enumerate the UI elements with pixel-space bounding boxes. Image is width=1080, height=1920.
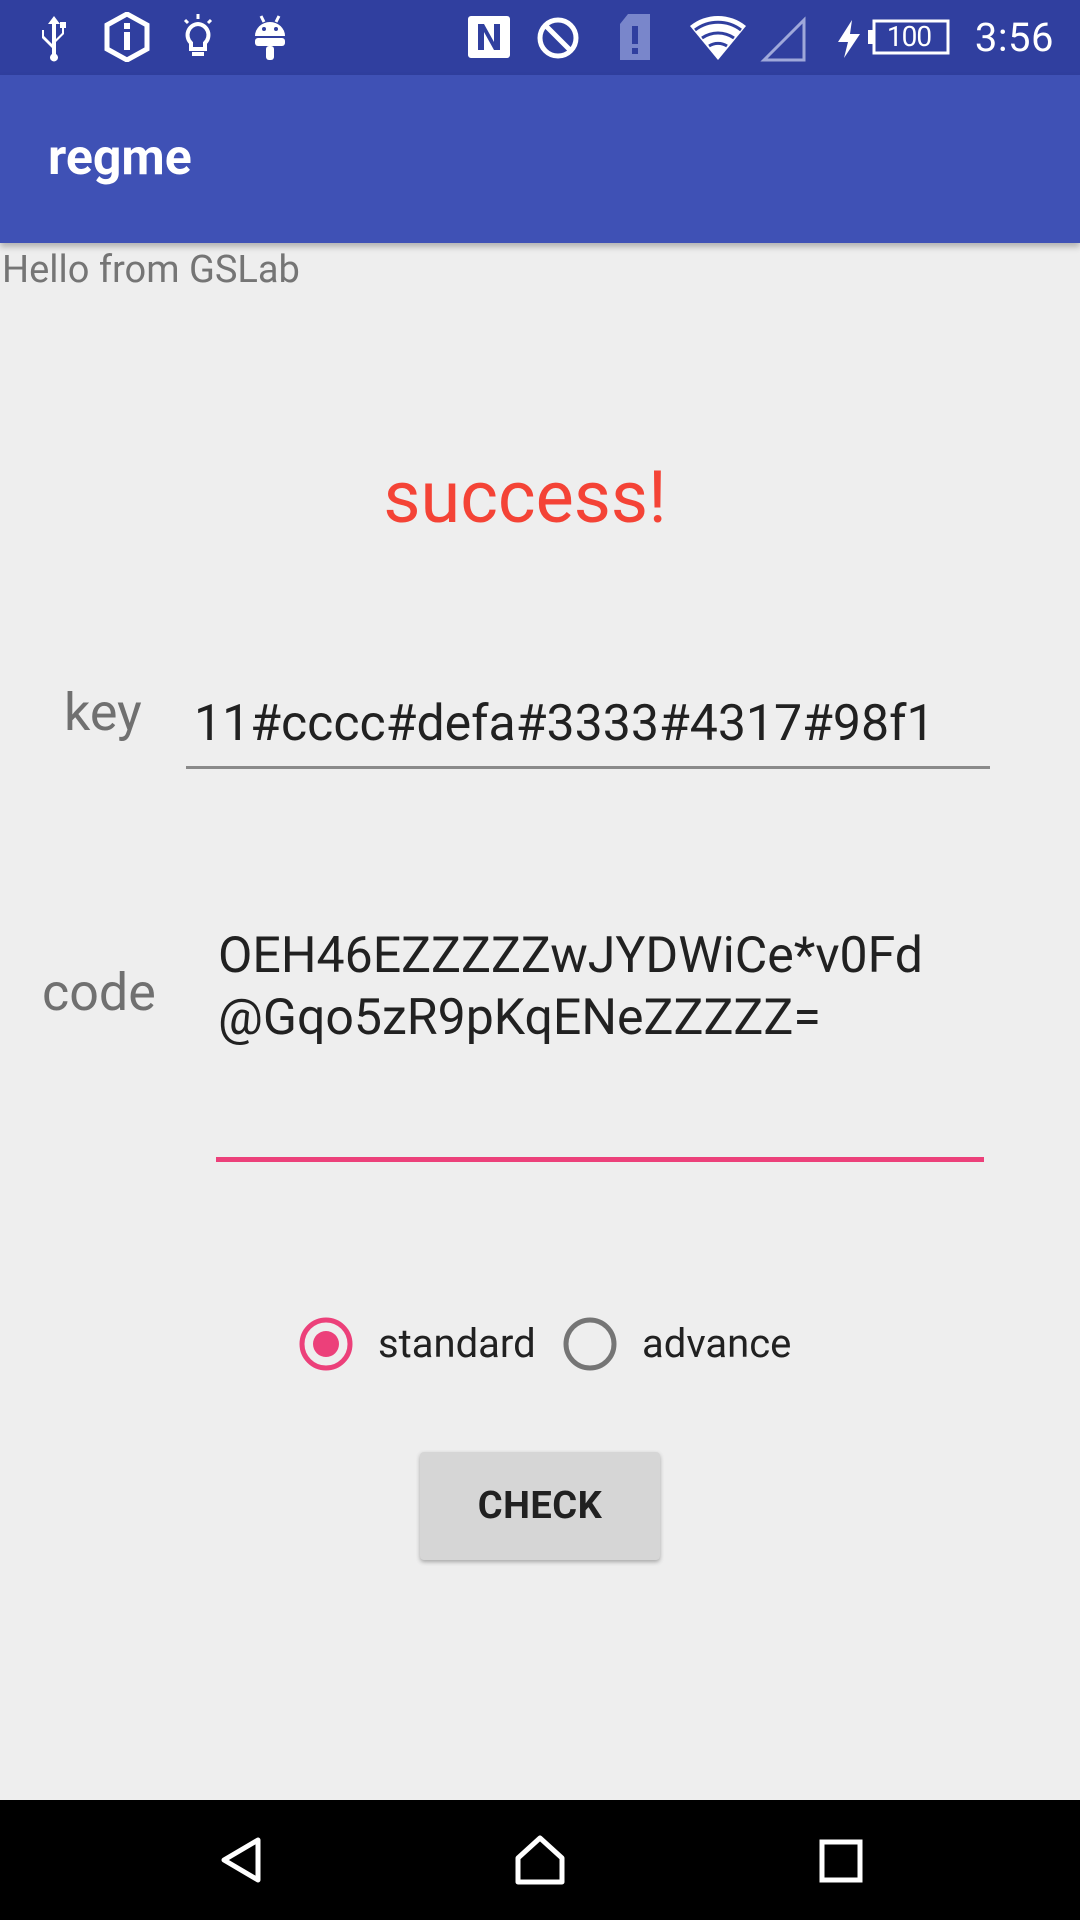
code-input[interactable]: OEH46EZZZZZwJYDWiCe*v0Fd @Gqo5zR9pKqENeZ…: [216, 925, 984, 1165]
bulb-icon: [183, 14, 213, 56]
android-icon: [255, 15, 285, 60]
key-input[interactable]: 11#cccc#defa#3333#4317#98f1: [186, 695, 990, 769]
check-button[interactable]: CHECK: [420, 1452, 660, 1560]
navigation-bar: [0, 1800, 1080, 1920]
code-input-value[interactable]: OEH46EZZZZZwJYDWiCe*v0Fd @Gqo5zR9pKqENeZ…: [218, 925, 978, 1049]
back-icon[interactable]: [214, 1832, 270, 1888]
usb-icon: [42, 16, 66, 62]
home-icon[interactable]: [510, 1832, 570, 1888]
app-bar: regme: [0, 75, 1080, 243]
nfc-icon: [468, 16, 510, 58]
key-label: key: [64, 682, 142, 743]
result-text: success!: [383, 455, 667, 540]
code-input-underline: [216, 1157, 984, 1162]
mode-radio-group: standard advance: [298, 1316, 818, 1376]
app-title: regme: [48, 129, 192, 187]
do-not-disturb-icon: [537, 17, 579, 59]
recents-icon[interactable]: [816, 1832, 868, 1888]
key-input-value[interactable]: 11#cccc#defa#3333#4317#98f1: [194, 695, 935, 753]
status-bar: 100 3:56: [0, 0, 1080, 75]
battery-icon: 100: [868, 19, 950, 55]
signal-icon: [760, 16, 806, 62]
key-input-underline: [186, 766, 990, 769]
greeting-text: Hello from GSLab: [2, 248, 300, 292]
charging-icon: [838, 20, 860, 58]
battery-level: 100: [886, 20, 932, 53]
sim-alert-icon: [620, 14, 650, 60]
radio-standard-label[interactable]: standard: [378, 1320, 536, 1367]
debug-icon: [104, 12, 150, 62]
radio-advance[interactable]: [562, 1316, 618, 1372]
radio-standard[interactable]: [298, 1316, 354, 1372]
radio-advance-label[interactable]: advance: [642, 1320, 791, 1367]
wifi-icon: [690, 15, 746, 61]
status-time: 3:56: [974, 14, 1054, 61]
code-label: code: [42, 962, 156, 1023]
